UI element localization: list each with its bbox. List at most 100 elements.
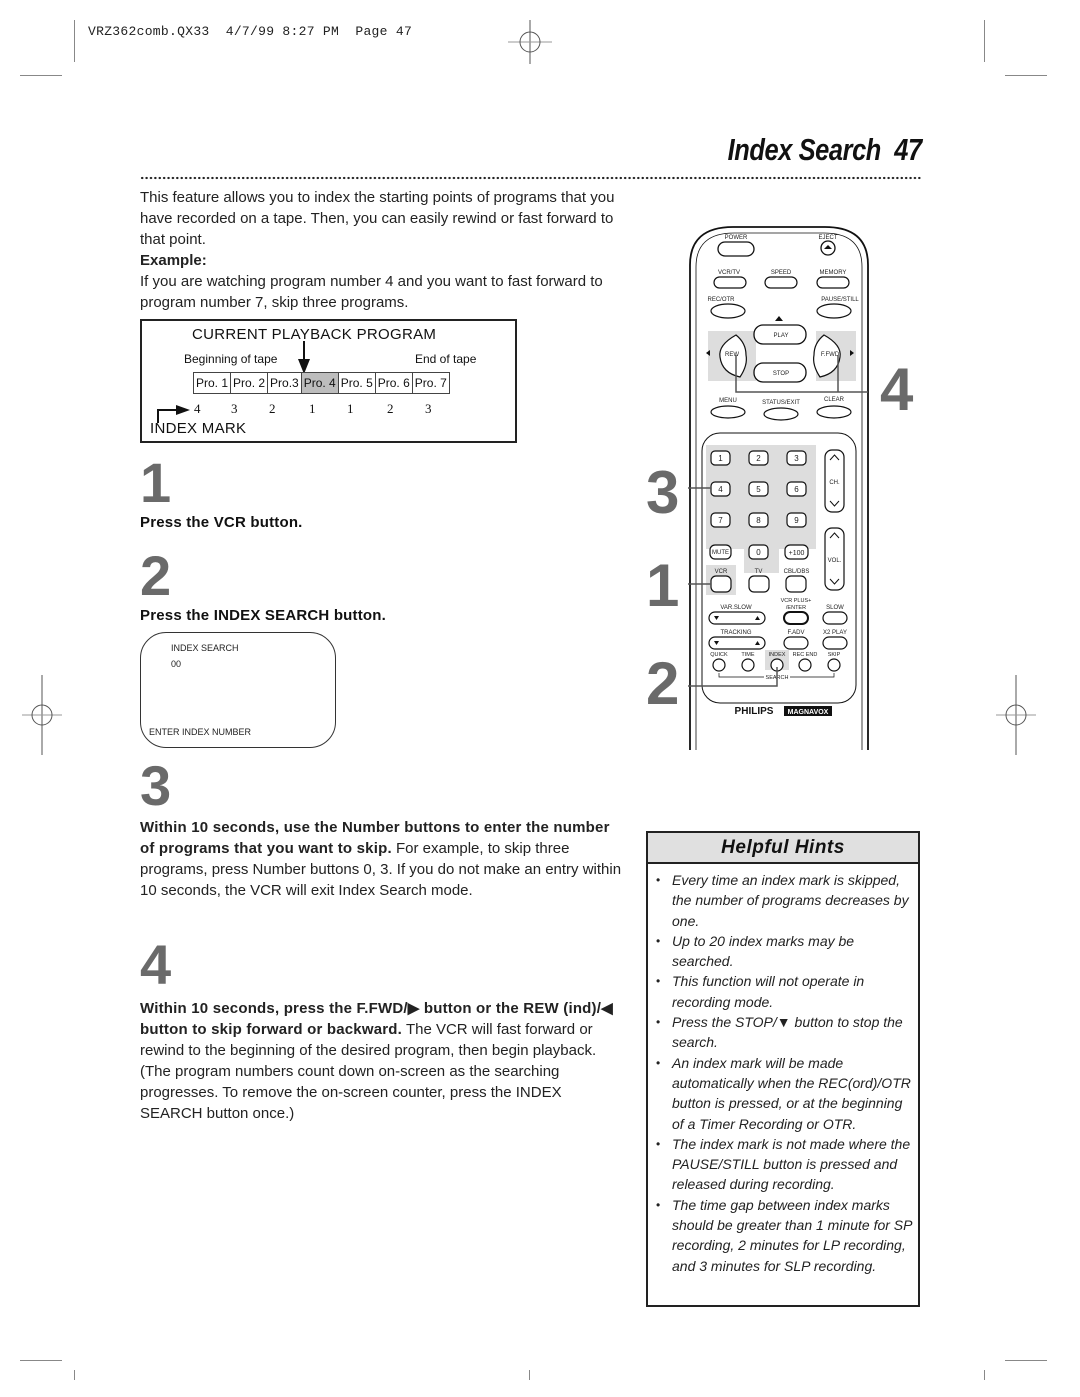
helpful-hints-title: Helpful Hints xyxy=(648,833,918,864)
plus100-label: +100 xyxy=(789,550,805,557)
osd-title: INDEX SEARCH xyxy=(171,643,239,653)
tv-label: TV xyxy=(755,569,763,575)
index-mark-number: 2 xyxy=(269,401,276,416)
example-label: Example: xyxy=(140,252,207,269)
program-cell: Pro. 7 xyxy=(414,376,447,390)
registration-mark-left xyxy=(22,675,62,755)
vcr-plus-label: VCR PLUS+ xyxy=(781,598,812,604)
rec-end-label: REC END xyxy=(793,652,818,658)
program-cell: Pro. 2 xyxy=(231,373,269,393)
magnavox-logo: MAGNAVOX xyxy=(788,709,829,716)
index-mark-number: 1 xyxy=(347,401,354,416)
step-3-body: Within 10 seconds, use the Number button… xyxy=(140,817,625,901)
stop-label: STOP xyxy=(773,371,789,377)
crop-mark xyxy=(1005,1360,1047,1361)
digit-label: 8 xyxy=(756,516,761,525)
digit-label: 7 xyxy=(718,516,723,525)
cbl-dbs-button[interactable] xyxy=(785,575,807,593)
enter-label: /ENTER xyxy=(786,605,806,611)
cbl-dbs-label: CBL/DBS xyxy=(784,569,810,575)
time-button[interactable] xyxy=(741,658,755,672)
rec-otr-label: REC/OTR xyxy=(708,297,736,303)
tv-button[interactable] xyxy=(748,575,770,593)
x2-play-button[interactable] xyxy=(822,636,848,650)
hint-item: This function will not operate in record… xyxy=(656,971,912,1012)
slow-label: SLOW xyxy=(826,605,844,611)
hint-item: Up to 20 index marks may be searched. xyxy=(656,931,912,972)
quick-button[interactable] xyxy=(712,658,726,672)
power-button[interactable] xyxy=(717,241,755,257)
pause-still-button[interactable] xyxy=(816,303,852,319)
menu-button[interactable] xyxy=(710,405,746,419)
time-label: TIME xyxy=(741,652,754,658)
x2-play-label: X2 PLAY xyxy=(823,630,847,636)
philips-logo: PHILIPS xyxy=(735,706,774,717)
program-cell-current: Pro. 4 xyxy=(301,373,339,393)
f-adv-button[interactable] xyxy=(783,636,809,650)
hint-item: Every time an index mark is skipped, the… xyxy=(656,870,912,931)
program-cell: Pro. 1 xyxy=(194,373,232,393)
helpful-hints-box: Helpful Hints Every time an index mark i… xyxy=(646,831,920,1307)
section-title: Index Search xyxy=(727,132,882,167)
dotted-rule xyxy=(140,176,922,180)
crop-mark xyxy=(984,1370,985,1380)
digit-label: 2 xyxy=(756,454,761,463)
status-exit-button[interactable] xyxy=(763,407,799,421)
digit-label: 0 xyxy=(756,548,761,557)
digit-label: 1 xyxy=(718,454,723,463)
vcr-plus-enter-button[interactable] xyxy=(783,611,809,625)
index-mark-number: 1 xyxy=(309,401,316,416)
program-cell: Pro. 6 xyxy=(376,373,413,393)
callout-number: 3 xyxy=(646,459,680,526)
rew-label: REW xyxy=(725,352,739,358)
hint-item: An index mark will be made automatically… xyxy=(656,1053,912,1134)
index-mark-number: 4 xyxy=(194,401,201,416)
print-slug: VRZ362comb.QX33 4/7/99 8:27 PM Page 47 xyxy=(88,24,413,39)
menu-label: MENU xyxy=(719,398,737,404)
step-number: 4 xyxy=(140,933,172,996)
speed-label: SPEED xyxy=(771,270,792,276)
skip-label: SKIP xyxy=(828,652,841,658)
registration-mark-top xyxy=(508,20,552,64)
step-number: 2 xyxy=(140,544,172,607)
down-arrow-icon xyxy=(298,341,310,374)
osd-value: 00 xyxy=(171,659,182,669)
memory-button[interactable] xyxy=(816,276,850,289)
intro-paragraph: This feature allows you to index the sta… xyxy=(140,189,615,248)
pause-still-label: PAUSE/STILL xyxy=(821,297,859,303)
hint-item: Press the STOP/▼ button to stop the sear… xyxy=(656,1012,912,1053)
on-screen-display: INDEX SEARCH 00 ENTER INDEX NUMBER xyxy=(140,632,336,748)
step-4-body: Within 10 seconds, press the F.FWD/▶ but… xyxy=(140,998,625,1124)
crop-mark xyxy=(984,20,985,62)
crop-mark xyxy=(20,1360,62,1361)
page-title: Index Search 47 xyxy=(727,132,923,168)
status-exit-label: STATUS/EXIT xyxy=(762,400,800,406)
crop-mark xyxy=(20,75,62,76)
clear-label: CLEAR xyxy=(824,397,845,403)
clear-button[interactable] xyxy=(816,405,852,419)
callout-number: 4 xyxy=(880,356,914,423)
step-number: 3 xyxy=(140,754,172,817)
crop-mark xyxy=(1005,75,1047,76)
program-cell: Pro.3 xyxy=(268,373,302,393)
rec-otr-button[interactable] xyxy=(710,303,746,319)
channel-label: CH. xyxy=(829,480,840,486)
slow-button[interactable] xyxy=(822,611,848,625)
index-diagram: CURRENT PLAYBACK PROGRAM Beginning of ta… xyxy=(140,319,517,443)
vcr-tv-label: VCR/TV xyxy=(718,270,740,276)
speed-button[interactable] xyxy=(764,276,798,289)
skip-button[interactable] xyxy=(827,658,841,672)
vcr-tv-button[interactable] xyxy=(713,276,747,289)
crop-mark xyxy=(74,20,75,62)
rec-end-button[interactable] xyxy=(798,658,812,672)
digit-label: 9 xyxy=(794,516,799,525)
eject-label: EJECT xyxy=(818,235,837,241)
mute-label: MUTE xyxy=(712,550,729,556)
digit-label: 4 xyxy=(718,485,723,494)
var-slow-label: VAR.SLOW xyxy=(720,605,752,611)
digit-label: 5 xyxy=(756,485,761,494)
vcr-button[interactable] xyxy=(710,575,732,593)
index-mark-number: 3 xyxy=(231,401,238,416)
digit-label: 3 xyxy=(794,454,799,463)
ffwd-label: F.FWD xyxy=(821,352,840,358)
